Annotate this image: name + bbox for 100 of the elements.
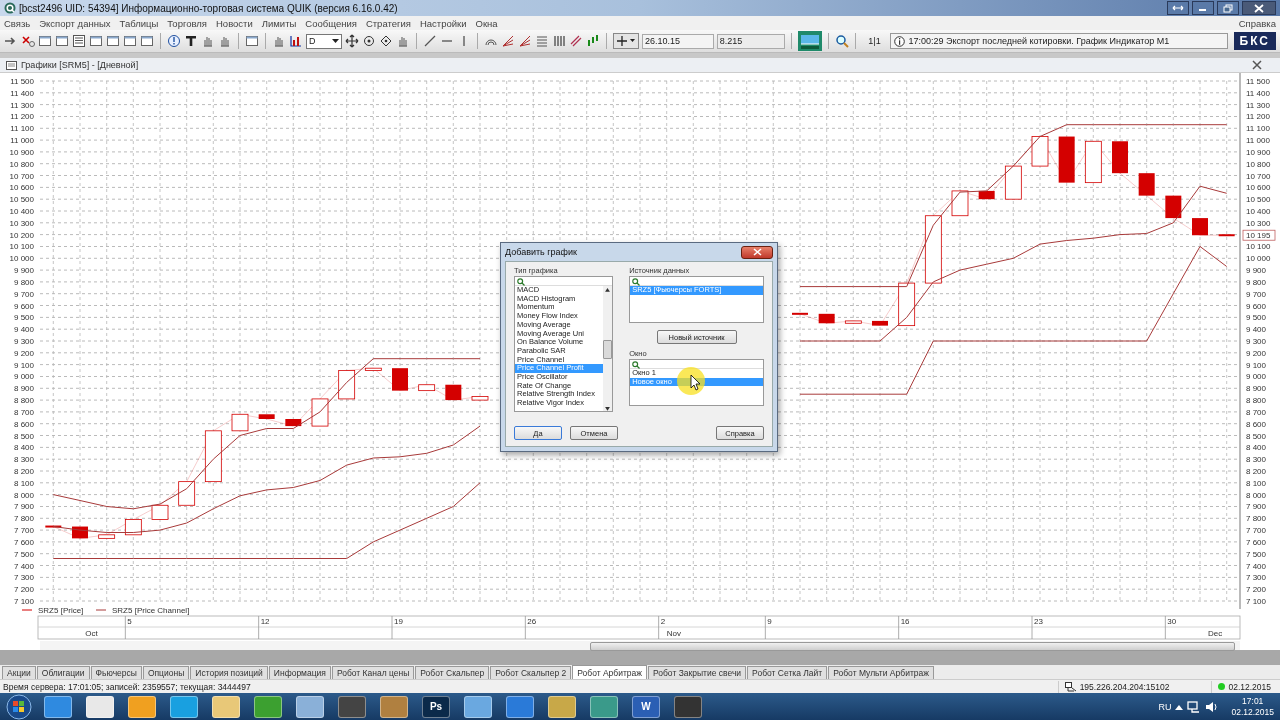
candle — [178, 481, 196, 506]
fan-icon[interactable] — [517, 34, 532, 48]
axis-label: 8 800 — [1246, 396, 1267, 406]
list-icon[interactable] — [72, 34, 86, 48]
scrollbar-thumb[interactable] — [590, 642, 1235, 651]
scroll-up-icon[interactable] — [605, 288, 611, 292]
tab[interactable]: Фьючерсы — [90, 666, 142, 679]
menu-item[interactable]: Окна — [475, 17, 498, 29]
envelope-window-icon[interactable] — [245, 34, 259, 48]
menu-item[interactable]: Стратегия — [365, 17, 411, 29]
tab[interactable]: Робот Закрытие свечи — [647, 666, 747, 679]
menu-item[interactable]: Связь — [4, 17, 31, 29]
show-hidden-icon[interactable] — [1175, 703, 1184, 710]
axis-label: 7 900 — [13, 502, 34, 512]
axis-label: 10 500 — [9, 195, 34, 205]
menu-item[interactable]: Торговля — [167, 17, 207, 29]
axis-label: 11 300 — [10, 100, 34, 110]
menu-item[interactable]: Таблицы — [119, 17, 159, 29]
menu-item[interactable]: Справка — [1238, 17, 1276, 29]
fan-icon[interactable] — [500, 34, 515, 48]
tab[interactable]: История позиций — [190, 666, 268, 679]
diagonal-line-icon[interactable] — [422, 34, 437, 48]
start-button-icon[interactable] — [4, 693, 34, 720]
date-field[interactable]: 26.10.15 — [641, 33, 714, 49]
window-icon[interactable] — [55, 34, 69, 48]
diamond-icon[interactable] — [378, 34, 393, 48]
candle — [98, 534, 116, 539]
monitor-chart-icon[interactable] — [797, 31, 822, 51]
window-icon[interactable] — [38, 34, 52, 48]
axis-label: 11 500 — [1246, 77, 1270, 86]
search-icon[interactable] — [834, 34, 849, 48]
tab[interactable]: Информация — [268, 666, 331, 679]
candle — [1218, 234, 1235, 237]
tab[interactable]: Робот Мульти Арбитраж — [828, 666, 934, 679]
candle — [924, 215, 942, 284]
axis-label: 11 100 — [1246, 124, 1270, 134]
connection-icon — [1064, 681, 1077, 692]
tab[interactable]: Робот Скальпер 2 — [490, 666, 572, 679]
close-button[interactable] — [1242, 1, 1276, 15]
scroll-down-icon[interactable] — [605, 407, 611, 411]
word-icon[interactable]: W — [632, 695, 660, 718]
resize-button[interactable] — [1167, 1, 1189, 15]
clock[interactable]: 17:01 02.12.2015 — [1231, 695, 1274, 718]
menu-item[interactable]: Новости — [216, 17, 253, 29]
menu-item[interactable]: Экспорт данных — [39, 17, 111, 29]
candle — [1031, 136, 1049, 167]
month-label: Oct — [85, 629, 98, 638]
tab[interactable]: Опционы — [142, 666, 190, 679]
diagonal-lines-icon[interactable] — [568, 34, 583, 48]
delete-icon[interactable] — [21, 34, 35, 48]
value-field[interactable]: 8.215 — [716, 33, 785, 49]
axis-label: 11 100 — [10, 124, 34, 134]
server-address: 195.226.204.204:15102 — [1079, 681, 1170, 692]
language-indicator[interactable]: RU — [1158, 701, 1172, 712]
target-icon[interactable] — [361, 34, 376, 48]
search-icon[interactable] — [632, 278, 641, 286]
tab[interactable]: Акции — [2, 666, 36, 679]
minimize-button[interactable] — [1192, 1, 1214, 15]
axis-label: 8 500 — [1246, 431, 1267, 441]
menu-item[interactable]: Сообщения — [305, 17, 357, 29]
volume-icon[interactable] — [1205, 700, 1220, 713]
close-icon[interactable] — [1252, 60, 1262, 70]
tab[interactable]: Робот Сетка Лайт — [747, 666, 828, 679]
interval-dropdown[interactable]: D — [306, 33, 342, 49]
axis-label: 8 200 — [13, 467, 34, 476]
tab[interactable]: Робот Скальпер — [415, 666, 490, 679]
menu-item[interactable]: Лимиты — [261, 17, 297, 29]
tab[interactable]: Робот Арбитраж — [572, 665, 647, 679]
axis-label: 8 600 — [1246, 419, 1267, 429]
legend-item: SRZ5 [Price] — [21, 606, 84, 615]
chart-window-icon[interactable] — [89, 34, 103, 48]
menu-item[interactable]: Настройки — [419, 17, 467, 29]
candle — [978, 190, 995, 200]
text-tool-icon[interactable] — [184, 34, 198, 48]
tab[interactable]: Облигации — [36, 666, 90, 679]
axis-label: 9 400 — [13, 325, 34, 335]
network-icon[interactable] — [1187, 700, 1202, 713]
scrollbar-thumb[interactable] — [603, 339, 613, 360]
bar-chart-icon[interactable] — [289, 34, 303, 48]
vertical-bars-icon[interactable] — [551, 34, 566, 48]
search-icon[interactable] — [632, 361, 641, 369]
info-icon[interactable] — [167, 34, 181, 48]
crosshair-button[interactable] — [612, 33, 639, 49]
close-button[interactable] — [741, 245, 773, 259]
window-icon[interactable] — [123, 34, 137, 48]
search-window-icon[interactable] — [106, 34, 120, 48]
axis-label: 7 200 — [1246, 585, 1267, 595]
candles-icon[interactable] — [585, 34, 600, 48]
axis-label: 11 000 — [1246, 136, 1270, 146]
move-icon[interactable] — [344, 34, 359, 48]
search-icon[interactable] — [517, 278, 525, 286]
close-icon — [752, 248, 762, 256]
axis-label: 7 100 — [1246, 597, 1267, 606]
scrollbar[interactable] — [603, 286, 613, 411]
window-icon[interactable] — [140, 34, 154, 48]
photoshop-icon[interactable]: Ps — [422, 695, 450, 718]
tab[interactable]: Робот Канал цены — [331, 666, 415, 679]
restore-button[interactable] — [1217, 1, 1239, 15]
candle — [45, 525, 62, 528]
axis-label: 10 700 — [1246, 171, 1271, 181]
